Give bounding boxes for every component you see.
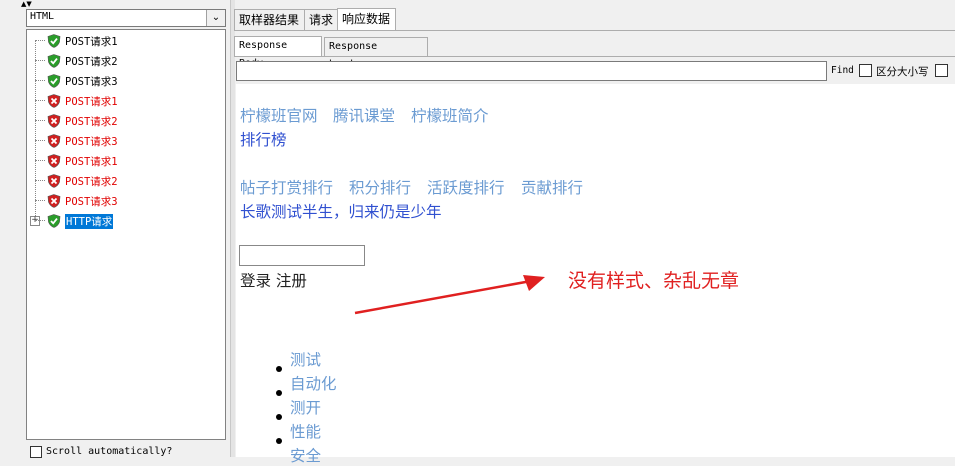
rank-link-activity[interactable]: 活跃度排行: [427, 176, 505, 198]
list-bullet: [276, 390, 282, 396]
subtab-divider: [234, 56, 955, 57]
tree-item-label: POST请求2: [65, 55, 118, 68]
chevron-down-icon[interactable]: ⌄: [206, 10, 225, 26]
error-shield-icon: [47, 94, 61, 108]
tree-item[interactable]: POST请求2: [35, 111, 118, 131]
tree-connector: [35, 160, 45, 161]
list-item[interactable]: 测开: [290, 396, 321, 418]
list-item[interactable]: 性能: [290, 420, 321, 442]
expand-icon[interactable]: +: [30, 216, 40, 226]
tree-item-label: POST请求1: [65, 95, 118, 108]
tree-item[interactable]: POST请求1: [35, 91, 118, 111]
tree-panel: ▲▼ HTML ⌄ + POST请求1 POST请求2 POST请求3 POST请求1…: [0, 0, 230, 458]
tree-connector: [35, 220, 45, 221]
error-shield-icon: [47, 174, 61, 188]
success-shield-icon: [47, 54, 61, 68]
tree-item[interactable]: HTTP请求: [35, 211, 114, 231]
case-sensitive-checkbox[interactable]: [859, 64, 872, 77]
tree-item-label: POST请求3: [65, 135, 118, 148]
error-shield-icon: [47, 134, 61, 148]
tree-item-label: POST请求2: [65, 175, 118, 188]
scroll-automatically-checkbox[interactable]: [30, 446, 42, 458]
tab-response-headers[interactable]: Response headers: [324, 37, 428, 70]
annotation-arrow: [354, 275, 545, 315]
annotation-text: 没有样式、杂乱无章: [568, 270, 740, 292]
error-shield-icon: [47, 154, 61, 168]
tree-item[interactable]: POST请求3: [35, 191, 118, 211]
tree-item-label: POST请求1: [65, 35, 118, 48]
slogan-link[interactable]: 长歌测试半生，归来仍是少年: [240, 200, 442, 222]
tab-sampler-result[interactable]: 取样器结果: [234, 9, 305, 30]
tree-connector: [35, 120, 45, 121]
error-shield-icon: [47, 194, 61, 208]
tab-response-data[interactable]: 响应数据: [337, 8, 396, 31]
login-input[interactable]: [239, 245, 365, 266]
list-bullet: [276, 438, 282, 444]
error-shield-icon: [47, 114, 61, 128]
list-item[interactable]: 自动化: [290, 372, 337, 394]
renderer-select[interactable]: HTML ⌄: [26, 9, 226, 27]
find-input[interactable]: [236, 61, 827, 81]
tree-item[interactable]: POST请求3: [35, 131, 118, 151]
tree-connector: [35, 60, 45, 61]
response-body: 柠檬班官网 腾讯课堂 柠檬班简介 排行榜 帖子打赏排行 积分排行 活跃度排行 贡…: [236, 84, 955, 465]
tab-divider: [234, 30, 955, 31]
tree-connector: [35, 140, 45, 141]
login-register-text[interactable]: 登录 注册: [240, 269, 307, 291]
tree-item[interactable]: POST请求2: [35, 51, 118, 71]
result-panel: 取样器结果 请求 响应数据 Response Body Response hea…: [234, 0, 955, 465]
result-tree: + POST请求1 POST请求2 POST请求3 POST请求1 POST请求2 POS…: [26, 29, 226, 440]
rank-link-points[interactable]: 积分排行: [349, 176, 411, 198]
tree-item[interactable]: POST请求3: [35, 71, 118, 91]
case-sensitive-label: 区分大小写: [876, 66, 929, 78]
renderer-select-value: HTML: [30, 11, 55, 22]
regex-checkbox[interactable]: [935, 64, 948, 77]
rank-link-contribution[interactable]: 贡献排行: [521, 176, 583, 198]
tree-item[interactable]: POST请求2: [35, 171, 118, 191]
tree-connector: [35, 80, 45, 81]
tree-item-label: POST请求3: [65, 75, 118, 88]
nav-link-official[interactable]: 柠檬班官网: [240, 104, 318, 126]
success-shield-icon: [47, 74, 61, 88]
nav-link-tencent[interactable]: 腾讯课堂: [333, 104, 395, 126]
success-shield-icon: [47, 214, 61, 228]
collapse-arrow-icon[interactable]: ▲▼: [21, 0, 32, 8]
tree-connector: [35, 180, 45, 181]
scroll-automatically-label: Scroll automatically?: [46, 446, 173, 457]
list-bullet: [276, 414, 282, 420]
tree-item[interactable]: POST请求1: [35, 31, 118, 51]
tree-connector: [35, 200, 45, 201]
nav-link-intro[interactable]: 柠檬班简介: [411, 104, 489, 126]
list-bullet: [276, 366, 282, 372]
tree-item-label: HTTP请求: [65, 213, 114, 229]
find-label: Find: [831, 65, 854, 76]
tree-item-label: POST请求1: [65, 155, 118, 168]
ranking-link[interactable]: 排行榜: [240, 128, 287, 150]
tree-connector: [35, 40, 45, 41]
tree-item-label: POST请求3: [65, 195, 118, 208]
success-shield-icon: [47, 34, 61, 48]
tree-item-label: POST请求2: [65, 115, 118, 128]
tree-connector: [35, 100, 45, 101]
list-item[interactable]: 测试: [290, 348, 321, 370]
tab-request[interactable]: 请求: [304, 9, 338, 30]
tree-item[interactable]: POST请求1: [35, 151, 118, 171]
tree-connector: [35, 40, 36, 220]
rank-link-reward[interactable]: 帖子打赏排行: [240, 176, 333, 198]
list-item[interactable]: 安全: [290, 444, 321, 466]
tab-response-body[interactable]: Response Body: [234, 36, 322, 69]
